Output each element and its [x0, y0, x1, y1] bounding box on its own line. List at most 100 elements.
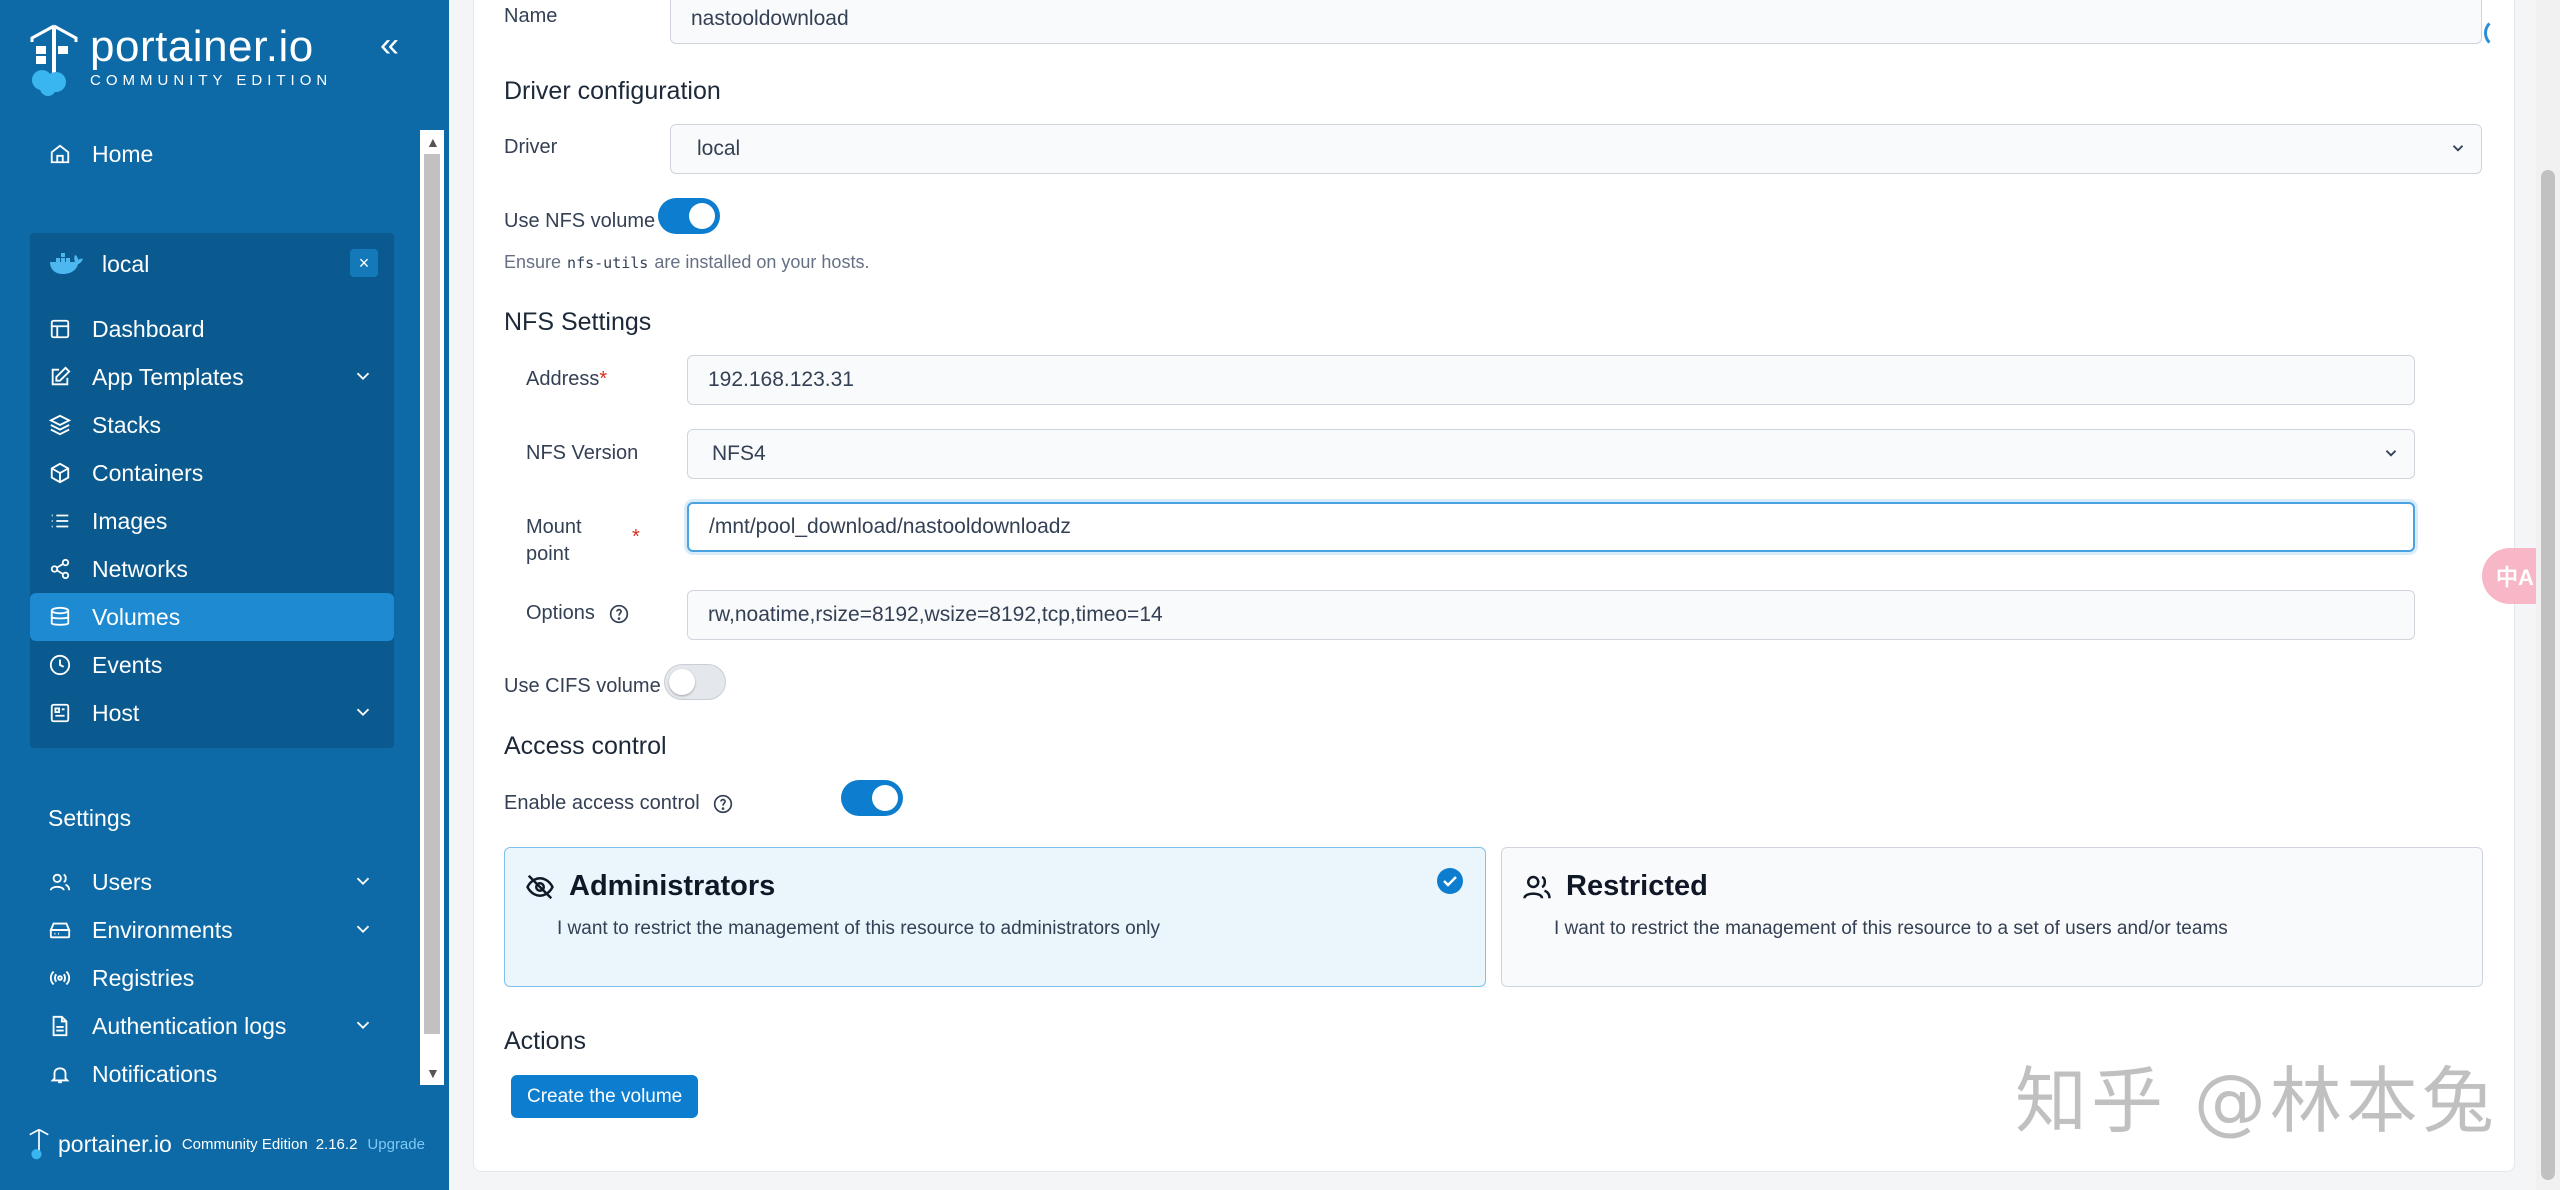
sidebar-item-host[interactable]: Host — [30, 689, 394, 737]
page-scrollbar-thumb[interactable] — [2541, 170, 2555, 1180]
sidebar-item-label: Networks — [92, 555, 188, 582]
check-circle-icon — [1437, 868, 1463, 894]
driver-configuration-heading: Driver configuration — [504, 77, 721, 105]
nfs-version-select[interactable]: NFS4 — [687, 429, 2415, 479]
hard-drive-icon — [48, 918, 72, 942]
sidebar-item-label: Environments — [92, 916, 233, 943]
sidebar-item-label: Registries — [92, 964, 195, 991]
mount-point-label: Mount point — [526, 514, 582, 568]
enable-access-control-toggle[interactable] — [841, 780, 903, 816]
address-input[interactable]: 192.168.123.31 — [687, 355, 2415, 405]
environment-header[interactable]: local — [30, 238, 394, 290]
page-scrollbar[interactable] — [2536, 0, 2560, 1190]
radio-icon — [48, 966, 72, 990]
sidebar-item-images[interactable]: Images — [30, 497, 394, 545]
access-control-label-text: Enable access control — [504, 792, 700, 814]
sidebar-item-label: Images — [92, 507, 168, 534]
sidebar-scrollbar-thumb[interactable] — [424, 154, 440, 1034]
chevron-down-icon[interactable] — [352, 918, 374, 940]
portainer-logo-icon — [30, 24, 78, 96]
nfs-utils-hint: Ensure nfs-utils are installed on your hos… — [504, 252, 869, 273]
access-control-heading: Access control — [504, 732, 667, 760]
users-icon — [48, 870, 72, 894]
name-label: Name — [504, 5, 558, 27]
administrators-description: I want to restrict the management of thi… — [557, 918, 1160, 939]
upgrade-link[interactable]: Upgrade — [367, 1136, 425, 1153]
use-nfs-volume-label: Use NFS volume — [504, 210, 656, 232]
required-asterisk: * — [599, 368, 608, 390]
environment-name: local — [102, 250, 150, 277]
name-input-value: nastooldownload — [691, 7, 849, 30]
layers-icon — [48, 413, 72, 437]
name-input[interactable]: nastooldownload — [670, 0, 2482, 44]
sidebar-footer: portainer.io Community Edition 2.16.2 Up… — [28, 1128, 425, 1160]
hint-code: nfs-utils — [567, 254, 649, 272]
mount-point-input[interactable]: /mnt/pool_download/nastooldownloadz — [687, 502, 2415, 552]
sidebar-item-label: Containers — [92, 459, 204, 486]
sidebar-item-containers[interactable]: Containers — [30, 449, 394, 497]
sidebar-item-dashboard[interactable]: Dashboard — [30, 305, 394, 353]
chevron-down-icon[interactable] — [352, 870, 374, 892]
sidebar-item-authentication-logs[interactable]: Authentication logs — [30, 1002, 394, 1050]
brand-subtitle: COMMUNITY EDITION — [90, 72, 333, 89]
restricted-title: Restricted — [1566, 870, 1708, 902]
portainer-logo-icon — [29, 1128, 49, 1160]
use-nfs-volume-toggle[interactable] — [658, 198, 720, 234]
sidebar-item-environments[interactable]: Environments — [30, 906, 394, 954]
enable-access-control-label: Enable access control — [504, 792, 733, 815]
file-text-icon — [48, 1014, 72, 1038]
use-cifs-volume-label: Use CIFS volume — [504, 675, 661, 697]
mount-point-value: /mnt/pool_download/nastooldownloadz — [709, 515, 1071, 538]
mount-label-line: Mount — [526, 516, 582, 538]
sidebar-item-registries[interactable]: Registries — [30, 954, 394, 1002]
sidebar-item-label: Authentication logs — [92, 1012, 287, 1039]
chevron-down-icon[interactable] — [352, 1014, 374, 1036]
collapse-sidebar-icon[interactable]: « — [380, 28, 399, 62]
administrators-option-card[interactable]: Administrators I want to restrict the ma… — [504, 847, 1486, 987]
users-icon — [1523, 875, 1551, 899]
nfs-version-value: NFS4 — [712, 442, 766, 465]
sidebar-item-label: Users — [92, 868, 153, 895]
sidebar-item-home[interactable]: Home — [30, 130, 394, 178]
home-icon — [48, 142, 72, 166]
scroll-down-arrow-icon[interactable]: ▼ — [426, 1065, 440, 1081]
driver-label: Driver — [504, 136, 558, 158]
help-circle-icon[interactable] — [713, 794, 733, 814]
chevron-down-icon[interactable] — [352, 701, 374, 723]
dashboard-icon — [48, 317, 72, 341]
sidebar-item-app-templates[interactable]: App Templates — [30, 353, 394, 401]
create-volume-button[interactable]: Create the volume — [511, 1075, 699, 1118]
options-input[interactable]: rw,noatime,rsize=8192,wsize=8192,tcp,tim… — [687, 590, 2415, 640]
sidebar-item-events[interactable]: Events — [30, 641, 394, 689]
chevron-down-icon — [2452, 145, 2464, 152]
use-cifs-volume-toggle[interactable] — [664, 664, 726, 700]
watermark-text: 知乎 @林本兔 — [2015, 1059, 2498, 1143]
portainer-logo[interactable]: portainer.io COMMUNITY EDITION — [28, 24, 332, 96]
sidebar-item-stacks[interactable]: Stacks — [30, 401, 394, 449]
create-volume-form-card — [473, 0, 2515, 1172]
sidebar-item-networks[interactable]: Networks — [30, 545, 394, 593]
help-circle-icon[interactable] — [609, 604, 629, 624]
sidebar-scrollbar[interactable]: ▲ ▼ — [420, 130, 444, 1085]
sidebar-item-label: Notifications — [92, 1060, 218, 1087]
sidebar-item-label: App Templates — [92, 363, 244, 390]
bell-icon — [48, 1062, 72, 1086]
footer-edition: Community Edition — [181, 1135, 308, 1153]
scroll-up-arrow-icon[interactable]: ▲ — [426, 134, 440, 150]
driver-select[interactable]: local — [670, 124, 2482, 174]
close-environment-button[interactable]: × — [350, 249, 378, 277]
sidebar-item-label: Stacks — [92, 411, 162, 438]
restricted-option-card[interactable]: Restricted I want to restrict the manage… — [1501, 847, 2483, 987]
edit-icon — [48, 365, 72, 389]
sidebar-item-label: Volumes — [92, 603, 181, 630]
settings-heading: Settings — [48, 805, 132, 831]
loading-spinner-icon — [2484, 18, 2514, 48]
sidebar-item-label: Events — [92, 651, 163, 678]
sidebar-item-users[interactable]: Users — [30, 858, 394, 906]
chevron-down-icon — [2385, 450, 2397, 457]
chevron-down-icon[interactable] — [352, 365, 374, 387]
sidebar-item-label: Home — [92, 140, 154, 167]
sidebar-item-volumes[interactable]: Volumes — [30, 593, 394, 641]
sidebar-item-notifications[interactable]: Notifications — [30, 1050, 394, 1098]
footer-brand: portainer.io — [58, 1130, 172, 1157]
